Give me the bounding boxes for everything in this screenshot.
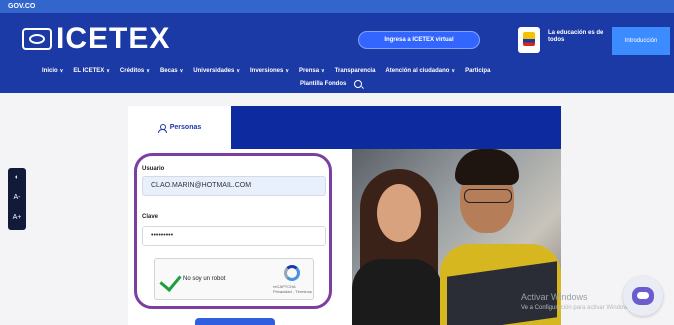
- photo-detail: [464, 189, 512, 203]
- nav-item-plantilla-fondos[interactable]: Plantilla Fondos: [300, 81, 346, 87]
- introduction-button[interactable]: Introducción: [612, 27, 670, 55]
- chevron-down-icon: ∨: [146, 68, 150, 74]
- nav-item-prensa[interactable]: Prensa ∨: [299, 68, 325, 74]
- nav-item-transparencia[interactable]: Transparencia: [335, 68, 376, 74]
- nav-item-creditos[interactable]: Créditos ∨: [120, 68, 150, 74]
- chevron-down-icon: ∨: [236, 68, 240, 74]
- nav-item-el-icetex[interactable]: EL ICETEX ∨: [73, 68, 110, 74]
- nav-row: Inicio ∨ EL ICETEX ∨ Créditos ∨ Becas ∨ Univ…: [42, 68, 662, 74]
- tab-banner: [231, 106, 561, 149]
- tab-personas[interactable]: Personas: [128, 106, 231, 149]
- nav-item-atencion[interactable]: Atención al ciudadano ∨: [385, 68, 455, 74]
- gov-co-link[interactable]: GOV.CO: [8, 3, 35, 10]
- chevron-down-icon: ∨: [321, 68, 325, 74]
- chevron-down-icon: ∨: [59, 68, 64, 74]
- chevron-down-icon: ∨: [451, 68, 456, 74]
- nav-item-inversiones[interactable]: Inversiones ∨: [250, 68, 289, 74]
- main-nav: Inicio ∨ EL ICETEX ∨ Créditos ∨ Becas ∨ Univ…: [0, 65, 674, 93]
- header: ICETEX Ingresa a ICETEX virtual La educa…: [0, 13, 674, 65]
- activate-windows-subtitle: Ve a Configuración para activar Windows.: [521, 305, 633, 311]
- nav-item-inicio[interactable]: Inicio ∨: [42, 68, 63, 74]
- nav-item-participa[interactable]: Participa: [465, 68, 490, 74]
- icetex-logo[interactable]: ICETEX: [22, 24, 170, 54]
- logo-icon: [22, 28, 52, 50]
- logo-text: ICETEX: [56, 22, 171, 55]
- nav-item-becas[interactable]: Becas ∨: [160, 68, 183, 74]
- photo-detail: [377, 184, 421, 242]
- education-slogan: La educación es de todos: [548, 30, 604, 43]
- chatbot-icon[interactable]: [623, 276, 663, 316]
- chevron-down-icon: ∨: [285, 68, 290, 74]
- highlight-annotation: [134, 153, 332, 309]
- nav-item-universidades[interactable]: Universidades ∨: [193, 68, 240, 74]
- photo-detail: [352, 259, 442, 325]
- accessibility-toolbar: ◐ A- A+: [8, 168, 26, 230]
- activate-windows-title: Activar Windows: [521, 292, 588, 302]
- tab-personas-label: Personas: [169, 124, 202, 131]
- increase-font-button[interactable]: A+: [8, 208, 26, 228]
- person-icon: [157, 123, 167, 133]
- chevron-down-icon: ∨: [179, 68, 184, 74]
- photo-detail: [455, 149, 519, 185]
- search-icon[interactable]: [354, 80, 363, 88]
- contrast-toggle[interactable]: ◐: [8, 168, 26, 188]
- icetex-virtual-button[interactable]: Ingresa a ICETEX virtual: [358, 31, 480, 49]
- decrease-font-button[interactable]: A-: [8, 188, 26, 208]
- gov-bar: GOV.CO: [0, 0, 674, 13]
- chevron-down-icon: ∨: [106, 68, 110, 74]
- colombia-shield-icon: [518, 27, 540, 53]
- nav-row-2: Plantilla Fondos: [300, 80, 363, 88]
- submit-button[interactable]: [195, 318, 275, 325]
